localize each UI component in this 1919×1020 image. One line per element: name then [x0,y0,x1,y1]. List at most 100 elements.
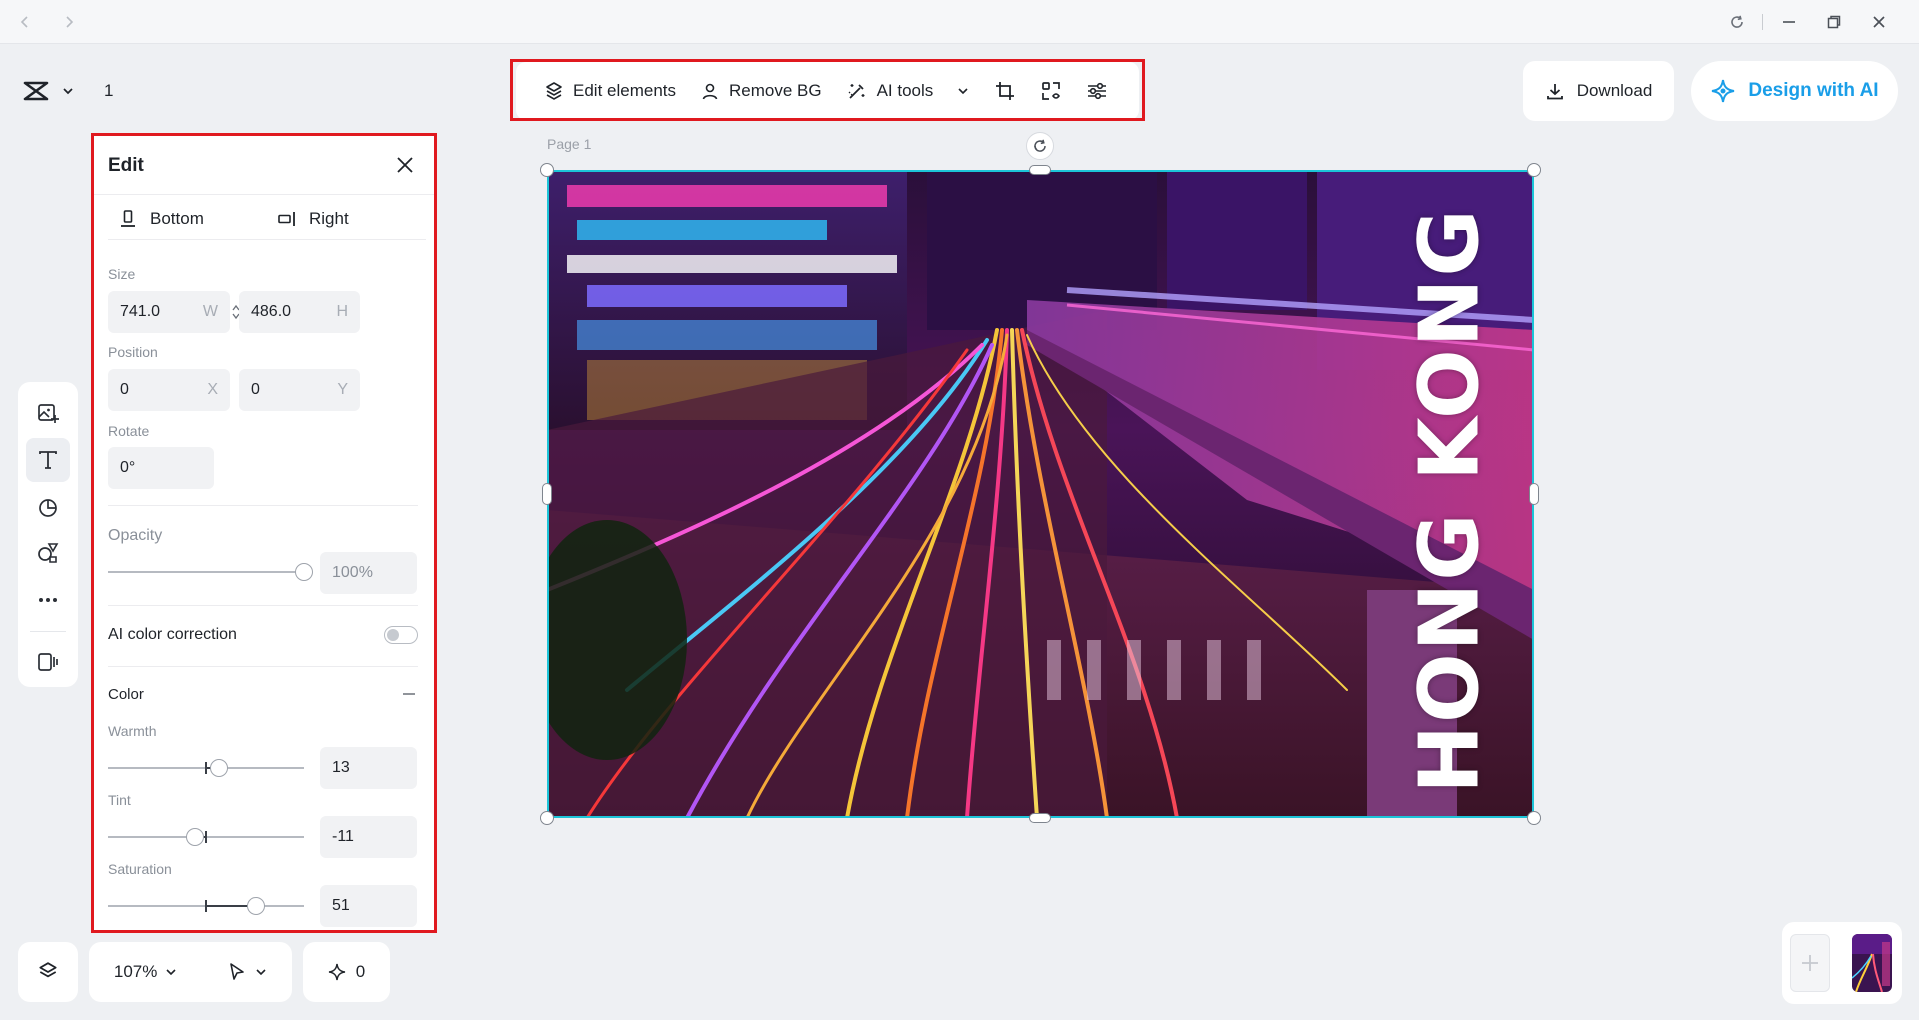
section-divider [108,666,418,667]
more-dots-icon [39,598,57,603]
opacity-value: 100% [332,564,373,581]
width-value: 741.0 [120,303,161,320]
align-row: Bottom Right [108,198,426,240]
rail-add-image[interactable] [26,391,70,435]
resize-handle-bottom-right[interactable] [1527,811,1541,825]
ai-color-correction-label: AI color correction [108,626,237,643]
size-label: Size [108,266,136,282]
resize-handle-bottom-left[interactable] [540,811,554,825]
resize-handle-top[interactable] [1029,165,1051,175]
ai-tools-button[interactable]: AI tools [834,71,983,111]
opacity-field[interactable]: 100% [320,552,417,594]
align-bottom-label: Bottom [150,208,204,228]
opacity-slider-track[interactable] [108,571,304,573]
remove-bg-button[interactable]: Remove BG [688,71,834,111]
edit-elements-label: Edit elements [573,81,676,100]
rail-present[interactable] [26,640,70,684]
align-bottom-button[interactable]: Bottom [108,209,267,229]
chevron-down-icon [166,969,176,976]
height-value: 486.0 [251,303,292,320]
resize-handle-top-right[interactable] [1527,163,1541,177]
rail-shapes[interactable] [26,485,70,529]
close-icon[interactable] [1868,11,1890,33]
rail-more[interactable] [26,578,70,622]
rotate-field[interactable]: 0° [108,447,214,489]
crop-button[interactable] [982,71,1028,111]
rail-text[interactable] [26,437,70,482]
design-with-ai-label: Design with AI [1748,80,1879,101]
rail-elements[interactable] [26,531,70,575]
minus-icon[interactable] [402,692,416,696]
height-field[interactable]: 486.0 H [239,291,360,333]
saturation-field[interactable]: 51 [320,885,417,927]
align-right-button[interactable]: Right [267,209,426,229]
page-count: 1 [104,81,114,100]
tint-field[interactable]: -11 [320,816,417,858]
align-right-label: Right [309,208,349,228]
tint-slider-thumb[interactable] [186,828,205,846]
tint-label: Tint [108,792,131,808]
minimize-icon[interactable] [1778,11,1800,33]
refresh-icon[interactable] [1726,11,1748,33]
section-divider [108,505,418,506]
edit-panel: Edit Bottom Right Size 741.0 W 486.0 H P… [92,135,435,932]
resize-handle-top-left[interactable] [540,163,554,177]
warmth-value: 13 [332,759,350,776]
title-bar [0,0,1919,44]
warmth-field[interactable]: 13 [320,747,417,789]
adjust-button[interactable] [1074,71,1120,111]
warmth-label: Warmth [108,723,157,739]
zoom-value: 107% [113,962,158,981]
edit-elements-button[interactable]: Edit elements [532,71,688,111]
element-toolbar: Edit elements Remove BG AI tools [516,62,1139,120]
width-field[interactable]: 741.0 W [108,291,230,333]
opacity-slider-thumb[interactable] [295,563,313,581]
chevron-down-icon [63,88,73,95]
chevron-right-icon[interactable] [58,11,80,33]
align-bottom-icon [121,209,135,227]
saturation-slider-thumb[interactable] [246,897,265,915]
magic-count: 0 [355,962,366,981]
resize-handle-right[interactable] [1529,483,1539,505]
resize-handle-bottom[interactable] [1029,813,1051,823]
capcut-logo-icon [23,81,49,101]
warmth-slider-thumb[interactable] [209,759,228,777]
download-button[interactable]: Download [1523,61,1674,121]
position-y-suffix: Y [337,381,348,398]
crop-icon [996,82,1015,100]
opacity-label: Opacity [108,527,163,544]
design-with-ai-button[interactable]: Design with AI [1691,61,1898,121]
magic-credits-button[interactable]: 0 [303,942,390,1002]
saturation-label: Saturation [108,861,172,877]
position-label: Position [108,344,158,360]
rotate-icon [1034,139,1046,152]
chevron-down-icon [958,88,968,95]
text-icon [39,450,57,469]
add-page-button[interactable] [1790,934,1830,992]
cursor-icon [230,963,244,980]
position-y-field[interactable]: 0 Y [239,369,360,411]
height-suffix: H [336,303,348,320]
close-panel-button[interactable] [392,152,418,178]
position-x-field[interactable]: 0 X [108,369,230,411]
zoom-dropdown[interactable]: 107% [114,962,177,982]
resize-handle-left[interactable] [542,483,552,505]
edit-panel-header: Edit [92,135,435,195]
rotate-value: 0° [120,459,136,476]
restore-icon[interactable] [1823,11,1845,33]
rail-divider [30,631,66,633]
ai-color-correction-toggle[interactable] [384,626,418,644]
sparkle-icon [328,963,345,981]
rotate-handle[interactable] [1026,132,1054,160]
tint-value: -11 [332,828,354,845]
chevron-left-icon[interactable] [14,11,36,33]
app-logo-menu[interactable]: 1 [22,74,132,108]
pointer-tool-dropdown[interactable] [227,962,267,982]
hong-kong-text-layer[interactable]: HONG KONG [1380,200,1520,800]
page-1-thumbnail[interactable] [1852,934,1892,992]
layers-icon [546,82,562,100]
download-label: Download [1576,81,1653,100]
smart-select-button[interactable] [1028,71,1074,111]
position-x-value: 0 [120,381,129,398]
layers-button[interactable] [18,942,78,1002]
